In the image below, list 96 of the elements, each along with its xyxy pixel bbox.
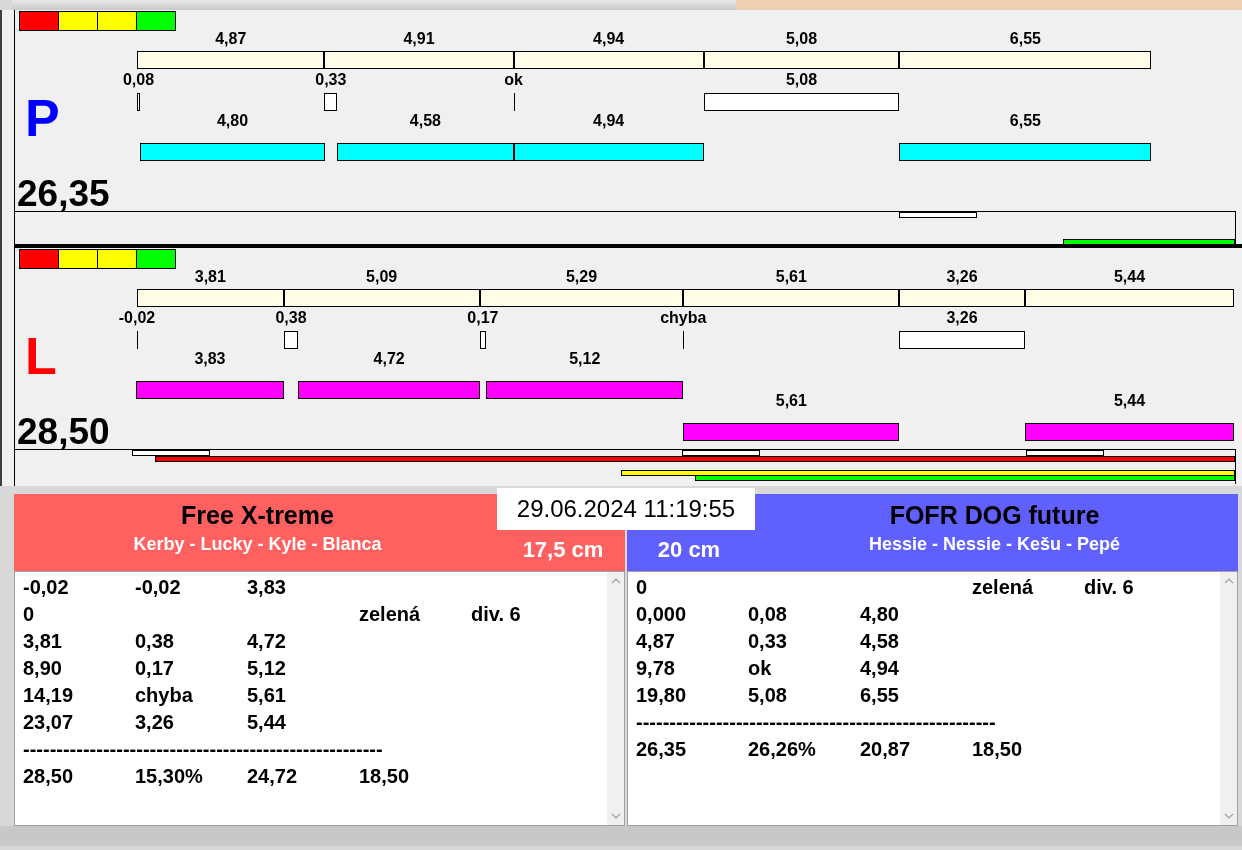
result-value: 5,12 <box>247 657 286 679</box>
result-value: 19,80 <box>636 684 687 706</box>
result-value: -0,02 <box>135 576 181 598</box>
team-name: Free X-treme <box>181 500 334 530</box>
crossing-label: -0,02 <box>117 309 157 327</box>
leg-time: 5,09 <box>365 268 399 286</box>
leg-time: 3,81 <box>193 268 227 286</box>
crossing-label: 3,26 <box>945 309 979 327</box>
result-value: 14,19 <box>23 684 74 706</box>
leg-time: 3,26 <box>945 268 979 286</box>
result-value: 0,33 <box>748 630 787 652</box>
result-value: 18,50 <box>972 738 1023 760</box>
crossing-tick <box>137 331 138 349</box>
result-value: 23,07 <box>23 711 74 733</box>
dog-names: Kerby - Lucky - Kyle - Blanca <box>133 534 382 555</box>
dog-time: 6,55 <box>1008 112 1042 130</box>
dog-time: 4,58 <box>408 112 442 130</box>
dog-time: 5,12 <box>568 350 602 368</box>
result-value: 4,58 <box>860 630 899 652</box>
result-value: 0,38 <box>135 630 174 652</box>
result-value: 0 <box>23 603 35 625</box>
result-value: 26,26% <box>748 738 816 760</box>
leg-time: 5,08 <box>784 30 819 48</box>
crossing-tick <box>513 93 515 111</box>
lane-total: 28,50 <box>17 413 110 450</box>
crossing-box <box>137 93 141 111</box>
result-value: 6,55 <box>860 684 899 706</box>
timestamp: 29.06.2024 11:19:55 <box>497 488 755 530</box>
dog-time: 3,83 <box>193 350 227 368</box>
result-value: zelená <box>972 576 1034 598</box>
result-value: 8,90 <box>23 657 62 679</box>
dog-names: Hessie - Nessie - Kešu - Pepé <box>868 534 1121 555</box>
dog-time: 4,94 <box>592 112 626 130</box>
crossing-label: chyba <box>659 309 708 327</box>
scroll-up-icon[interactable] <box>610 578 621 584</box>
crossing-label: 0,38 <box>274 309 308 327</box>
result-value: 5,44 <box>247 711 286 733</box>
result-value: 20,87 <box>860 738 911 760</box>
dog-time: 4,80 <box>215 112 250 130</box>
dog-time: 5,44 <box>1112 392 1147 410</box>
result-value: 0,17 <box>135 657 174 679</box>
separator-text: ------------------------------------------------------ <box>636 710 997 735</box>
result-value: 26,35 <box>636 738 687 760</box>
result-value: div. 6 <box>471 603 521 625</box>
jump-height: 20 cm <box>657 537 721 563</box>
scroll-up-icon[interactable] <box>1223 578 1234 584</box>
crossing-box <box>324 93 338 111</box>
crossing-label: 0,08 <box>121 71 156 89</box>
crossing-label: 0,33 <box>314 71 348 89</box>
result-value: 5,61 <box>247 684 286 706</box>
result-value: 0 <box>636 576 648 598</box>
result-value: 4,80 <box>860 603 899 625</box>
crossing-label: ok <box>503 71 524 89</box>
scrollbar[interactable] <box>607 572 624 825</box>
leg-time: 5,61 <box>774 268 808 286</box>
result-value: ok <box>748 657 772 679</box>
result-value: 18,50 <box>359 765 410 787</box>
result-value: 3,83 <box>247 576 286 598</box>
crossing-label: 5,08 <box>784 71 819 89</box>
result-value: 4,72 <box>247 630 286 652</box>
scrollbar[interactable] <box>1220 572 1237 825</box>
team-name: FOFR DOG future <box>889 500 1100 530</box>
scroll-down-icon[interactable] <box>1223 813 1234 819</box>
crossing-box <box>283 331 299 349</box>
dog-time: 4,72 <box>372 350 406 368</box>
lane-letter: P <box>25 92 60 144</box>
result-value: 9,78 <box>636 657 675 679</box>
scroll-down-icon[interactable] <box>610 813 621 819</box>
result-value: 15,30% <box>135 765 203 787</box>
result-value: 4,87 <box>636 630 675 652</box>
result-value: -0,02 <box>23 576 69 598</box>
leg-time: 6,55 <box>1008 30 1042 48</box>
separator-text: ------------------------------------------------------ <box>23 737 384 762</box>
dog-time: 5,61 <box>774 392 808 410</box>
result-value: zelená <box>359 603 421 625</box>
result-value: div. 6 <box>1084 576 1134 598</box>
crossing-tick <box>683 331 685 349</box>
leg-time: 4,94 <box>592 30 626 48</box>
result-value: 28,50 <box>23 765 74 787</box>
result-value: 4,94 <box>860 657 899 679</box>
result-value: 3,81 <box>23 630 62 652</box>
result-value: 3,26 <box>135 711 174 733</box>
leg-time: 5,44 <box>1112 268 1147 286</box>
result-value: chyba <box>135 684 193 706</box>
leg-time: 4,91 <box>402 30 436 48</box>
result-value: 24,72 <box>247 765 298 787</box>
result-value: 0,08 <box>748 603 787 625</box>
crossing-label: 0,17 <box>466 309 500 327</box>
result-value: 5,08 <box>748 684 787 706</box>
leg-time: 4,87 <box>214 30 248 48</box>
lane-letter: L <box>25 330 57 382</box>
crossing-box <box>479 331 487 349</box>
result-value: 0,000 <box>636 603 687 625</box>
leg-time: 5,29 <box>564 268 599 286</box>
lane-total: 26,35 <box>17 175 110 212</box>
jump-height: 17,5 cm <box>522 537 604 563</box>
